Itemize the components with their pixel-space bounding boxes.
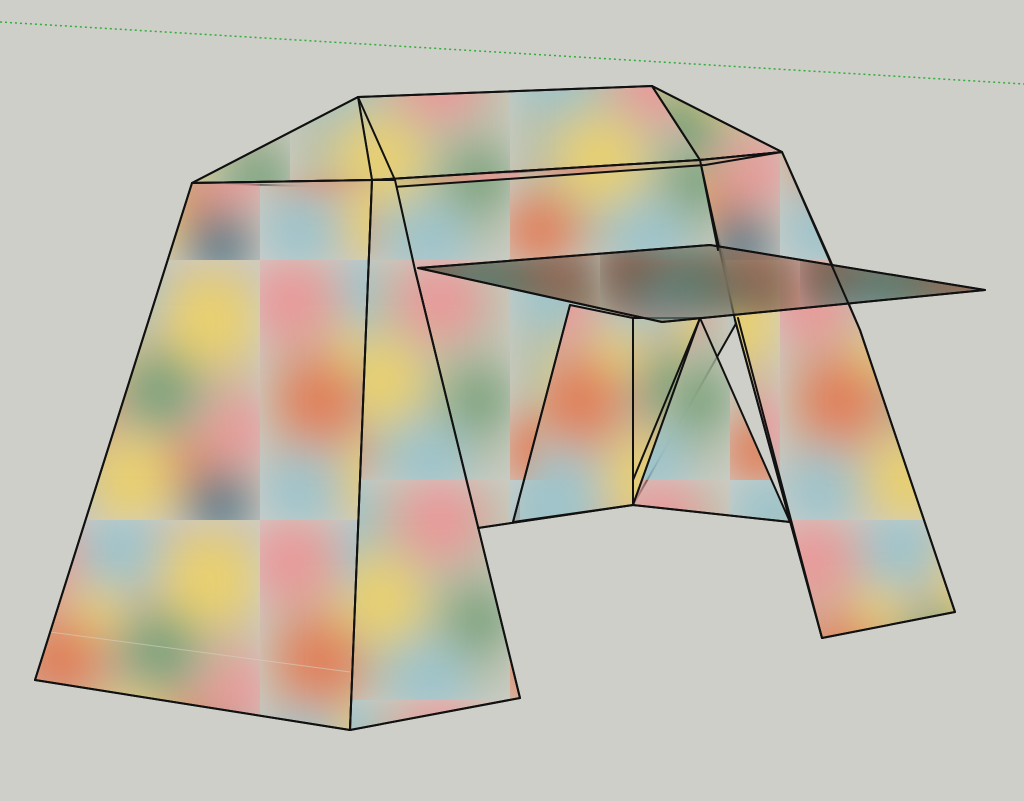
model-canvas[interactable] [0,0,1024,801]
modeling-viewport[interactable] [0,0,1024,801]
